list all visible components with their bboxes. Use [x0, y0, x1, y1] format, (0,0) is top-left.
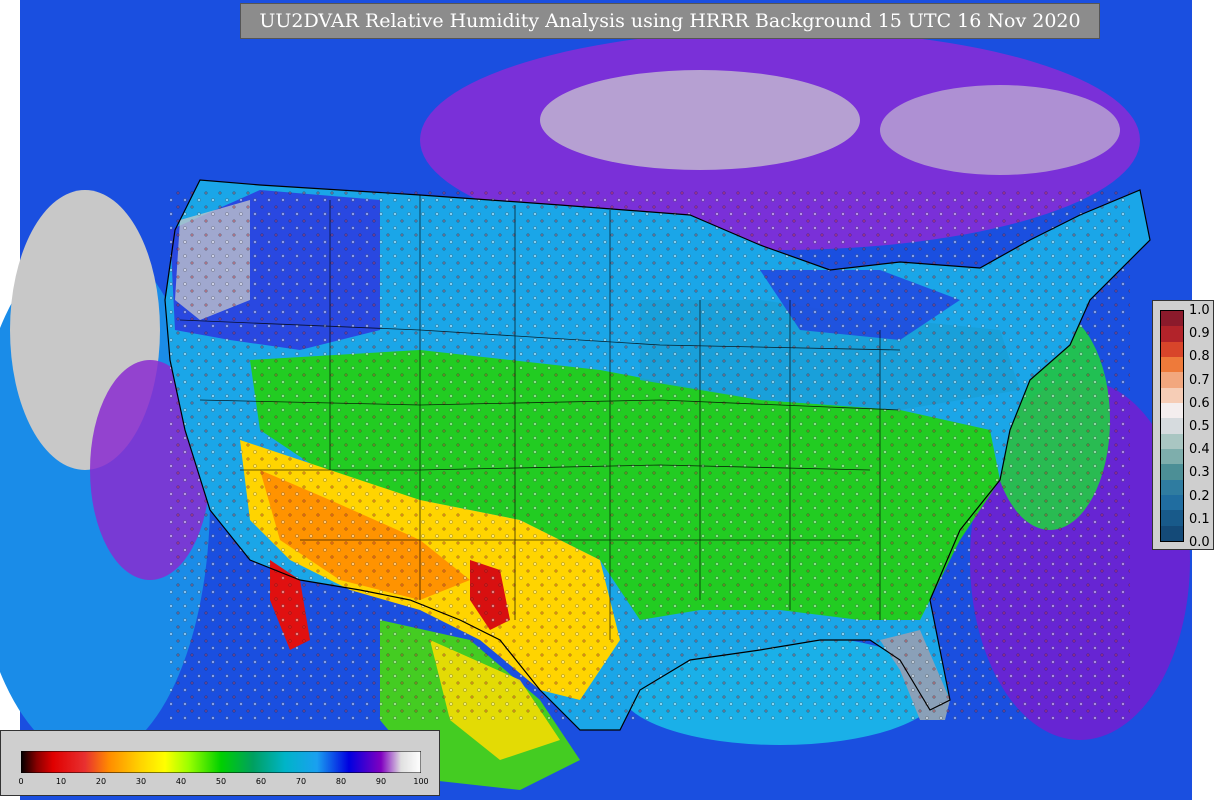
colorbar-bottom-tick-label: 40 — [175, 777, 187, 786]
station-observations — [170, 190, 1130, 720]
colorbar-bottom-tick-label: 100 — [413, 777, 429, 786]
colorbar-bottom-tick-label: 80 — [335, 777, 347, 786]
colorbar-right: 1.0 0.9 0.8 0.7 0.6 0.5 0.4 0.3 0.2 0.1 0.0 — [1152, 300, 1214, 550]
colorbar-right-swatch — [1161, 479, 1183, 495]
colorbar-right-tick-label: 0.2 — [1189, 488, 1210, 504]
colorbar-right-swatch — [1161, 494, 1183, 511]
colorbar-bottom-gradient — [21, 751, 421, 773]
colorbar-right-swatch — [1161, 464, 1183, 480]
colorbar-bottom-tick-label: 20 — [95, 777, 107, 786]
map-title: UU2DVAR Relative Humidity Analysis using… — [240, 3, 1100, 39]
colorbar-right-swatch — [1161, 402, 1183, 419]
colorbar-right-tick-label: 0.4 — [1189, 442, 1210, 458]
colorbar-right-tick-label: 1.0 — [1189, 303, 1210, 318]
colorbar-bottom: 0 10 20 30 40 50 60 70 80 90 100 — [0, 730, 440, 796]
colorbar-bottom-tick-label: 60 — [255, 777, 267, 786]
colorbar-bottom-tick-label: 0 — [18, 777, 24, 786]
colorbar-right-swatch — [1161, 448, 1183, 465]
canada-saturated-region-2 — [880, 85, 1120, 175]
colorbar-right-tick-label: 0.8 — [1189, 349, 1210, 365]
colorbar-right-swatch — [1161, 525, 1183, 541]
colorbar-right-swatch — [1161, 356, 1183, 373]
canada-saturated-region — [540, 70, 860, 170]
colorbar-right-tick-label: 0.9 — [1189, 326, 1210, 342]
colorbar-right-swatch — [1161, 418, 1183, 434]
colorbar-bottom-tick-label: 30 — [135, 777, 147, 786]
colorbar-right-tick-label: 0.6 — [1189, 395, 1210, 411]
colorbar-right-swatch — [1161, 341, 1183, 357]
colorbar-bottom-tick-label: 10 — [55, 777, 67, 786]
colorbar-right-swatch — [1161, 372, 1183, 388]
colorbar-right-tick-label: 0.0 — [1189, 535, 1210, 550]
colorbar-right-swatch — [1161, 326, 1183, 342]
colorbar-right-swatch — [1161, 510, 1183, 526]
colorbar-right-tick-label: 0.5 — [1189, 419, 1210, 434]
colorbar-bottom-tick-label: 90 — [375, 777, 387, 786]
colorbar-right-tick-label: 0.1 — [1189, 511, 1210, 527]
colorbar-right-swatches — [1160, 310, 1184, 542]
colorbar-right-tick-label: 0.3 — [1189, 465, 1210, 481]
colorbar-bottom-tick-label: 70 — [295, 777, 307, 786]
colorbar-right-swatch — [1161, 387, 1183, 403]
colorbar-bottom-tick-label: 50 — [215, 777, 227, 786]
colorbar-right-tick-label: 0.7 — [1189, 372, 1210, 388]
humidity-map — [0, 0, 1192, 800]
colorbar-right-swatch — [1161, 311, 1183, 327]
colorbar-right-swatch — [1161, 433, 1183, 449]
